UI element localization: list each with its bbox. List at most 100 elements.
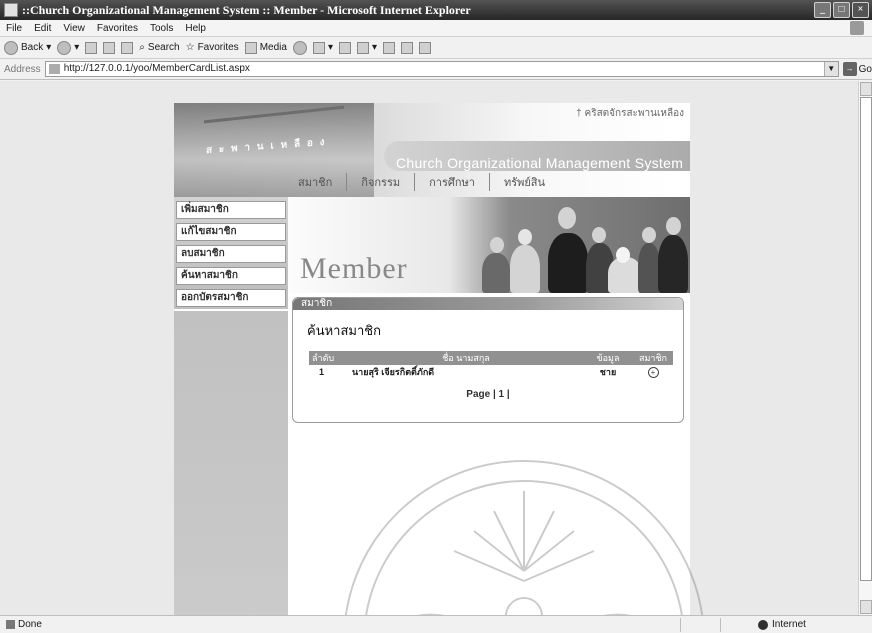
search-button[interactable]: ⌕ Search (139, 42, 179, 53)
mail-button[interactable]: ▾ (312, 41, 333, 54)
member-table: ลำดับ ชื่อ นามสกุล ข้อมูล สมาชิก 1 นายสุ… (309, 351, 673, 379)
menu-help[interactable]: Help (185, 20, 206, 36)
research-button[interactable] (401, 41, 413, 54)
refresh-icon (103, 41, 116, 54)
sidebar-curve (174, 309, 288, 329)
cell-name: นายสุริ เจียรกิตติ์ภักดี (352, 367, 435, 377)
address-label: Address (4, 63, 41, 75)
internet-zone-icon (758, 620, 768, 630)
site-header: ส ะ พ า น เ ห ลื อ ง † คริสตจักรสะพานเหล… (174, 103, 690, 197)
star-icon: ☆ (185, 42, 195, 53)
status-text: Done (18, 619, 42, 630)
favorites-button[interactable]: ☆ Favorites (186, 42, 239, 53)
research-icon (401, 41, 413, 54)
web-page: ส ะ พ า น เ ห ลื อ ง † คริสตจักรสะพานเหล… (174, 103, 704, 615)
page-status-icon (6, 620, 15, 629)
nav-members[interactable]: สมาชิก (284, 173, 348, 191)
stop-button[interactable] (85, 41, 98, 54)
column-no: ลำดับ (309, 351, 349, 365)
vertical-scrollbar[interactable] (858, 81, 872, 615)
windows-logo-icon (850, 21, 864, 35)
cell-no: 1 (319, 367, 325, 377)
forward-arrow-icon (57, 40, 72, 55)
browser-window: ::Church Organizational Management Syste… (0, 0, 872, 633)
scroll-up-button[interactable] (860, 82, 872, 96)
sidebar-item-search-member[interactable]: ค้นหาสมาชิก (176, 267, 286, 285)
edit-icon (356, 41, 369, 54)
media-icon (244, 41, 257, 54)
system-name: Church Organizational Management System (396, 155, 684, 171)
nav-activities[interactable]: กิจกรรม (347, 173, 416, 191)
sidebar-item-edit-member[interactable]: แก้ไขสมาชิก (176, 223, 286, 241)
sidebar-item-add-member[interactable]: เพิ่มสมาชิก (176, 201, 286, 219)
column-name: ชื่อ นามสกุล (349, 351, 583, 365)
stop-icon (85, 41, 98, 54)
menu-file[interactable]: File (6, 20, 22, 36)
issue-card-icon[interactable]: + (647, 366, 659, 378)
home-icon (121, 41, 134, 54)
address-url: http://127.0.0.1/yoo/MemberCardList.aspx (63, 63, 250, 74)
menu-view[interactable]: View (63, 20, 85, 36)
sidebar-item-delete-member[interactable]: ลบสมาชิก (176, 245, 286, 263)
column-member: สมาชิก (633, 351, 673, 365)
scroll-down-button[interactable] (860, 600, 872, 614)
go-button[interactable]: → Go (842, 62, 872, 76)
banner-title: Member (300, 252, 408, 285)
minimize-button[interactable]: _ (814, 2, 831, 18)
university-seal-watermark (344, 460, 704, 615)
go-arrow-icon: → (842, 62, 857, 76)
menu-tools[interactable]: Tools (150, 20, 173, 36)
menu-edit[interactable]: Edit (34, 20, 51, 36)
discuss-icon (383, 41, 395, 54)
ie-icon (4, 3, 18, 17)
address-input[interactable]: http://127.0.0.1/yoo/MemberCardList.aspx… (44, 61, 839, 77)
media-button[interactable]: Media (244, 41, 287, 54)
cell-gender: ชาย (599, 367, 617, 377)
panel-header: สมาชิก (293, 298, 683, 310)
messenger-icon (419, 41, 431, 54)
window-title: ::Church Organizational Management Syste… (22, 3, 471, 17)
toolbar: Back ▾ ▾ ⌕ Search ☆ Favorites Media ▾ ▾ (0, 37, 872, 59)
status-divider (680, 618, 681, 632)
scroll-thumb[interactable] (860, 97, 872, 581)
menu-bar: File Edit View Favorites Tools Help (0, 20, 872, 37)
refresh-button[interactable] (103, 41, 116, 54)
history-icon (292, 40, 307, 55)
edit-button[interactable]: ▾ (356, 41, 377, 54)
table-row: 1 นายสุริ เจียรกิตติ์ภักดี ชาย + (309, 365, 673, 379)
forward-button[interactable]: ▾ (57, 40, 79, 55)
address-dropdown-button[interactable]: ▼ (823, 62, 838, 76)
menu-favorites[interactable]: Favorites (97, 20, 138, 36)
messenger-button[interactable] (419, 41, 431, 54)
top-nav: สมาชิก กิจกรรม การศึกษา ทรัพย์สิน (284, 173, 559, 191)
table-header-row: ลำดับ ชื่อ นามสกุล ข้อมูล สมาชิก (309, 351, 673, 365)
people-photo (478, 203, 690, 293)
nav-education[interactable]: การศึกษา (415, 173, 490, 191)
print-icon (338, 41, 351, 54)
title-bar: ::Church Organizational Management Syste… (0, 0, 872, 20)
member-banner: Member (288, 197, 690, 293)
status-bar: Done Internet (0, 615, 872, 633)
status-divider (720, 618, 721, 632)
print-button[interactable] (338, 41, 351, 54)
column-info: ข้อมูล (583, 351, 633, 365)
zone-label: Internet (772, 619, 806, 630)
panel-title: ค้นหาสมาชิก (307, 323, 381, 338)
close-button[interactable]: × (852, 2, 869, 18)
church-tagline: † คริสตจักรสะพานเหลือง (576, 108, 684, 119)
sidebar: เพิ่มสมาชิก แก้ไขสมาชิก ลบสมาชิก ค้นหาสม… (174, 197, 288, 615)
page-viewport: ส ะ พ า น เ ห ลื อ ง † คริสตจักรสะพานเหล… (0, 81, 858, 615)
discuss-button[interactable] (383, 41, 395, 54)
home-button[interactable] (121, 41, 134, 54)
maximize-button[interactable]: □ (833, 2, 850, 18)
nav-assets[interactable]: ทรัพย์สิน (490, 173, 559, 191)
back-button[interactable]: Back ▾ (4, 40, 51, 55)
back-arrow-icon (4, 40, 18, 55)
pagination[interactable]: Page | 1 | (293, 389, 683, 400)
page-icon (48, 64, 60, 74)
mail-icon (312, 41, 325, 54)
search-member-panel: สมาชิก ค้นหาสมาชิก ลำดับ ชื่อ นามสกุล ข้… (292, 297, 684, 423)
sidebar-item-issue-card[interactable]: ออกบัตรสมาชิก (176, 289, 286, 307)
history-button[interactable] (292, 40, 307, 55)
cell-action: + (633, 365, 673, 379)
